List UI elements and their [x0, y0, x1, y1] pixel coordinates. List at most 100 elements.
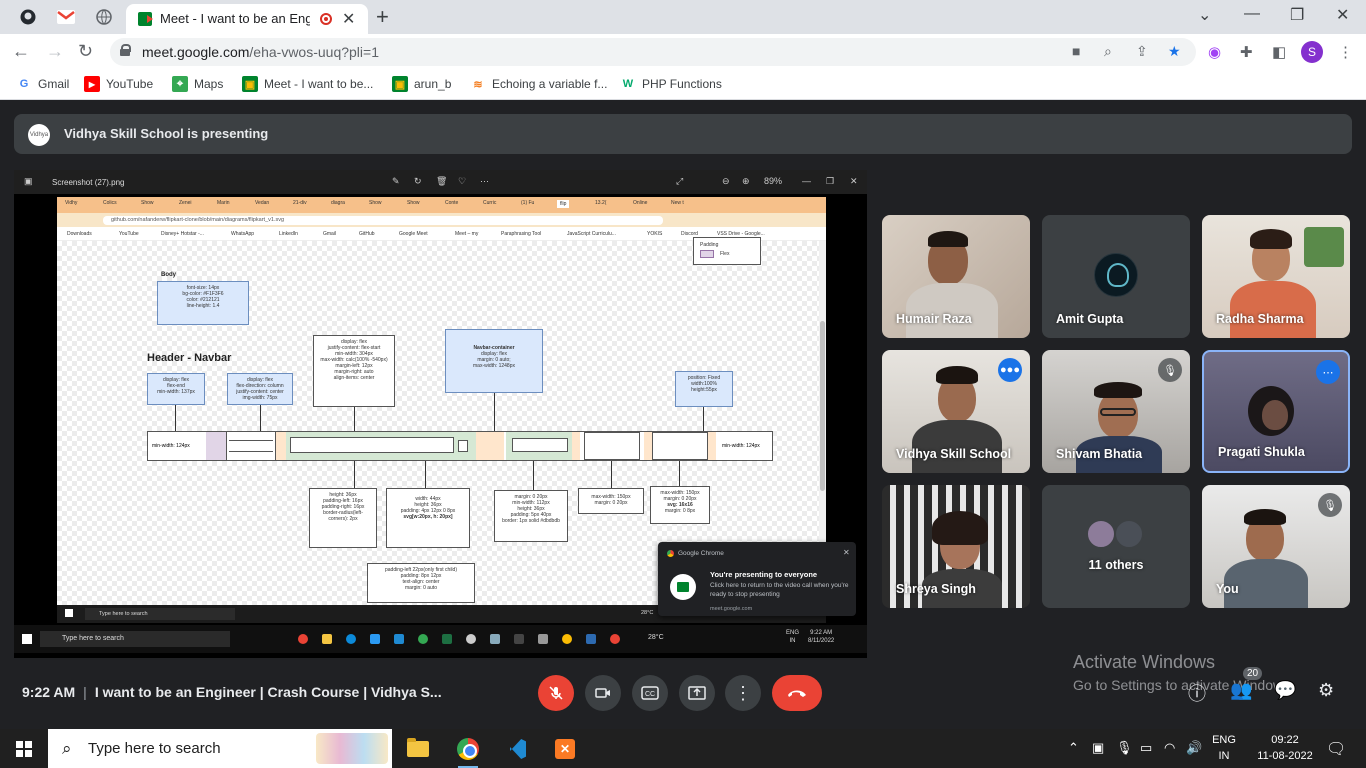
taskbar-clock[interactable]: 09:22 11-08-2022 [1250, 732, 1320, 764]
inner-bookmark: GitHub [359, 231, 375, 237]
inner-weather: 28°C [641, 610, 654, 616]
present-icon [688, 686, 706, 700]
notifications-icon[interactable]: 🗨 [1326, 739, 1346, 759]
share-icon[interactable]: ⇪ [1136, 43, 1148, 60]
captions-button[interactable]: CC [632, 675, 668, 711]
participant-tile[interactable]: Amit Gupta [1042, 215, 1190, 338]
back-button[interactable]: ← [12, 41, 30, 62]
xampp-taskbar-button[interactable]: ✕ [551, 735, 579, 763]
github-tab-icon[interactable] [18, 7, 38, 27]
viewer-restore-icon: ❐ [826, 176, 835, 186]
viewer-filename: Screenshot (27).png [52, 178, 125, 187]
inner-tab: Curric [483, 200, 497, 206]
present-button[interactable] [679, 675, 715, 711]
volume-icon[interactable]: 🔊 [1186, 740, 1202, 756]
minimize-button[interactable]: — [1244, 5, 1260, 23]
bookmark-echoing[interactable]: ≋ Echoing a variable f... [470, 76, 607, 92]
media-icon[interactable]: ◉ [1208, 43, 1221, 61]
stackoverflow-icon: ≋ [473, 78, 483, 91]
profile-avatar[interactable]: S [1301, 41, 1323, 63]
participant-tile[interactable]: Radha Sharma [1202, 215, 1350, 338]
zoom-icon[interactable]: ⌕ [1104, 43, 1112, 60]
inner-tab: Colics [103, 200, 117, 206]
people-icon[interactable]: 👥 [1230, 680, 1252, 701]
participant-tile[interactable]: 🎙 Shivam Bhatia [1042, 350, 1190, 473]
participant-tile[interactable]: Humair Raza [882, 215, 1030, 338]
participant-tile[interactable]: 11 others [1042, 485, 1190, 608]
bookmark-star-icon[interactable]: ★ [1168, 43, 1181, 60]
chrome-icon [418, 634, 428, 644]
network-device-icon[interactable]: ▣ [1092, 740, 1104, 756]
inner-bookmark: Paraphrasing Tool [501, 231, 542, 237]
battery-icon[interactable]: ▭ [1140, 740, 1152, 756]
windows-start-icon[interactable] [16, 741, 32, 757]
microphone-icon[interactable]: 🎙 [1116, 740, 1133, 756]
bookmark-gmail[interactable]: G Gmail [16, 76, 70, 92]
chrome-taskbar-button[interactable] [454, 735, 482, 768]
close-window-button[interactable]: ✕ [1336, 5, 1349, 25]
side-panel-icon[interactable]: ◧ [1272, 43, 1286, 61]
reload-button[interactable]: ↻ [78, 41, 93, 62]
zoom-out-icon: ⊖ [722, 176, 730, 186]
participant-name: Humair Raza [896, 312, 972, 326]
mic-off-button[interactable] [538, 675, 574, 711]
gmail-tab-icon[interactable] [56, 7, 76, 27]
rotate-icon: ↻ [414, 176, 422, 186]
connector-line [679, 461, 680, 486]
chrome-presenting-toast[interactable]: Google Chrome ✕ You're presenting to eve… [658, 542, 856, 616]
address-bar[interactable]: meet.google.com/eha-vwos-uuq?pli=1 ■ ⌕ ⇪… [110, 38, 1196, 66]
lock-icon [120, 44, 131, 56]
bookmark-maps[interactable]: ⌖ Maps [172, 76, 223, 92]
bookmark-meet[interactable]: ▣ Meet - I want to be... [242, 76, 373, 92]
tab-search-icon[interactable]: ⌄ [1198, 5, 1211, 25]
camera-icon[interactable]: ■ [1072, 43, 1080, 59]
meeting-details-icon[interactable]: ⓘ [1188, 680, 1206, 706]
more-options-icon[interactable]: ⋯ [1316, 360, 1340, 384]
more-options-button[interactable]: ⋮ [725, 675, 761, 711]
diagram-legend: Padding Flex [693, 237, 761, 265]
close-tab-icon[interactable]: ✕ [342, 9, 355, 29]
participant-name: 11 others [1088, 558, 1144, 572]
forward-button[interactable]: → [46, 41, 64, 62]
image-viewer-bar: ▣ Screenshot (27).png ✎ ↻ 🗑 ♡ ⋯ ⤢ ⊖ ⊕ 89… [14, 170, 867, 194]
app-icon [490, 634, 500, 644]
google-icon: G [19, 78, 29, 90]
participant-tile[interactable]: 🎙 You [1202, 485, 1350, 608]
chrome-icon [298, 634, 308, 644]
active-tab[interactable]: Meet - I want to be an Engin ✕ [126, 4, 368, 34]
connector-line [260, 405, 261, 431]
restore-button[interactable]: ❐ [1290, 5, 1304, 25]
activities-icon[interactable]: ⚙ [1318, 680, 1334, 701]
connector-line [175, 405, 176, 431]
taskbar-search[interactable]: ⌕ Type here to search [48, 729, 392, 768]
captions-icon: CC [641, 686, 659, 700]
leave-call-button[interactable] [772, 675, 822, 711]
vscode-taskbar-button[interactable] [502, 735, 530, 763]
wifi-icon[interactable]: ◠ [1164, 740, 1175, 756]
participant-tile[interactable]: Shreya Singh [882, 485, 1030, 608]
muted-mic-icon: 🎙 [1158, 358, 1182, 382]
participant-name: Radha Sharma [1216, 312, 1304, 326]
toast-close-icon[interactable]: ✕ [843, 548, 850, 557]
menu-kebab-icon[interactable]: ⋮ [1338, 43, 1353, 61]
connector-line [703, 407, 704, 431]
bookmark-arun[interactable]: ▣ arun_b [392, 76, 451, 92]
new-tab-button[interactable]: + [376, 4, 389, 30]
folder-icon [322, 634, 332, 644]
participant-tile[interactable]: ⋯ Pragati Shukla [1202, 350, 1350, 473]
chrome-icon [457, 738, 479, 760]
inner-tab: (1) Fu [521, 200, 535, 206]
extensions-icon[interactable]: ✚ [1240, 43, 1253, 61]
language-indicator[interactable]: ENG IN [1208, 732, 1240, 764]
globe-tab-icon[interactable] [94, 7, 114, 27]
camera-button[interactable] [585, 675, 621, 711]
chat-icon[interactable]: 💬 [1274, 680, 1296, 701]
bookmark-youtube[interactable]: ▶ YouTube [84, 76, 153, 92]
show-hidden-icons-icon[interactable]: ⌃ [1068, 740, 1079, 756]
shared-screen[interactable]: ▣ Screenshot (27).png ✎ ↻ 🗑 ♡ ⋯ ⤢ ⊖ ⊕ 89… [14, 170, 867, 658]
participant-tile[interactable]: ●●● Vidhya Skill School [882, 350, 1030, 473]
bookmark-php[interactable]: W PHP Functions [620, 76, 722, 92]
inner-bookmark: LinkedIn [279, 231, 298, 237]
file-explorer-taskbar-button[interactable] [404, 735, 432, 763]
photos-icon [586, 634, 596, 644]
